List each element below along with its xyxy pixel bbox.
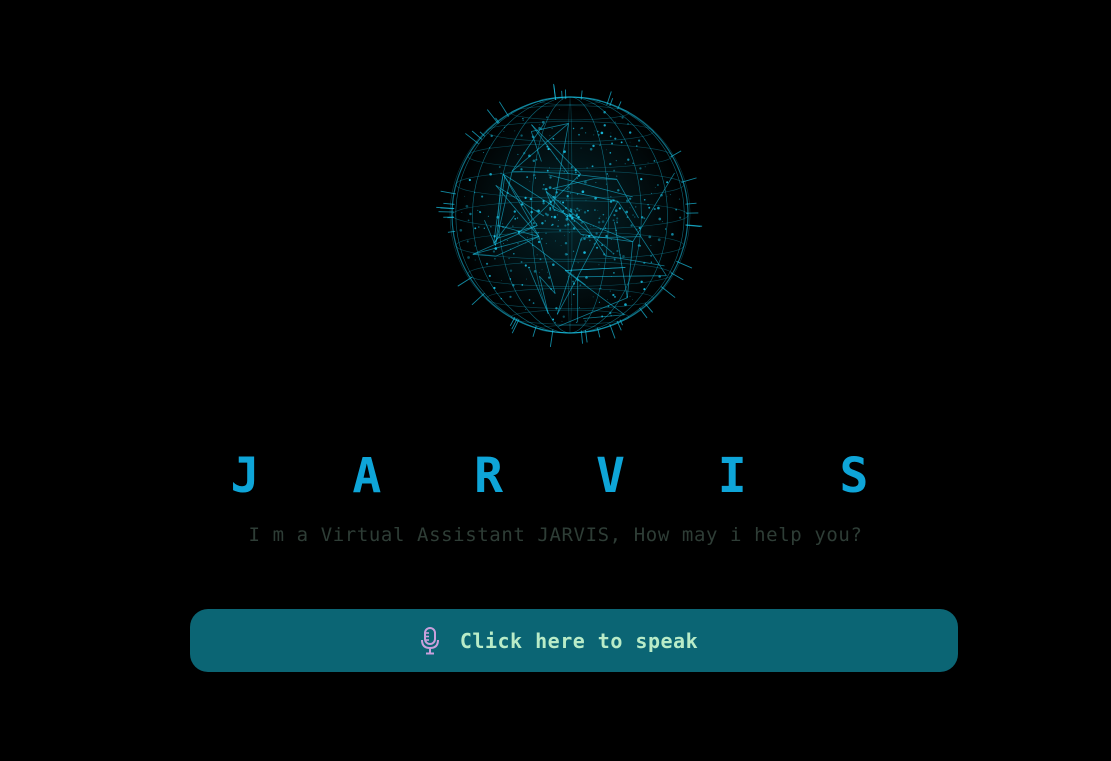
wireframe-globe-icon xyxy=(430,80,710,360)
speak-button-label: Click here to speak xyxy=(459,628,699,653)
page-title: J A R V I S xyxy=(230,448,901,504)
jarvis-page: J A R V I S I m a Virtual Assistant JARV… xyxy=(0,0,1111,761)
page-subtitle: I m a Virtual Assistant JARVIS, How may … xyxy=(248,524,863,546)
microphone-icon xyxy=(420,626,440,655)
speak-button[interactable]: Click here to speak xyxy=(190,609,958,672)
